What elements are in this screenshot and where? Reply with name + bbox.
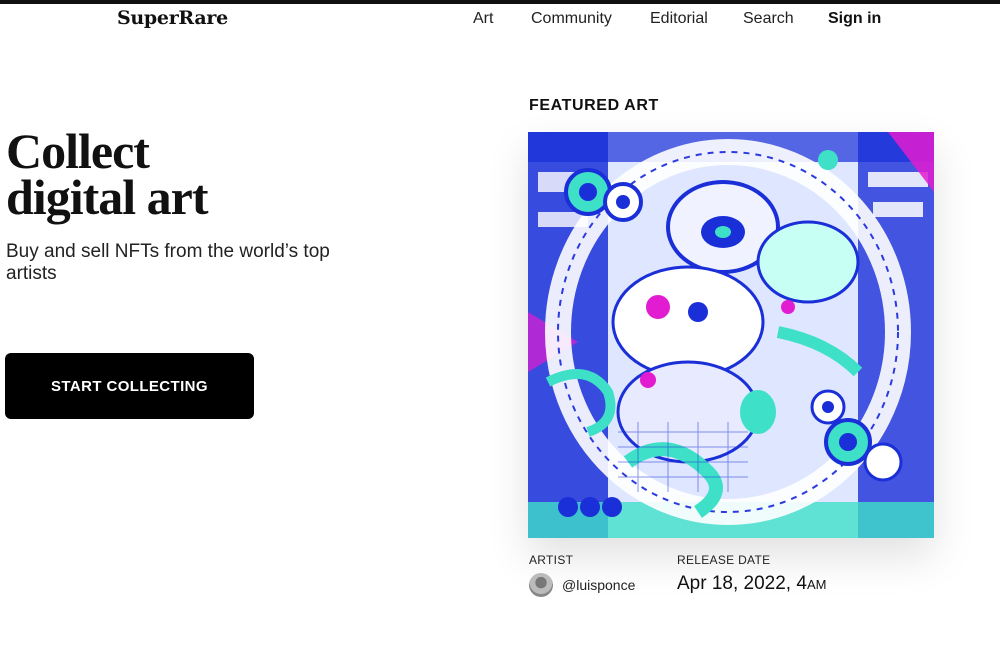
start-collecting-button[interactable]: START COLLECTING bbox=[5, 353, 254, 419]
featured-art-label: FEATURED ART bbox=[529, 97, 659, 114]
artist-label: ARTIST bbox=[529, 553, 574, 567]
superrare-logo[interactable]: SuperRare bbox=[117, 7, 228, 29]
hero-title-line1: Collect bbox=[6, 123, 150, 179]
nav-sign-in[interactable]: Sign in bbox=[828, 10, 881, 28]
release-date-text: Apr 18, 2022, 4 bbox=[677, 573, 807, 594]
nav-search[interactable]: Search bbox=[743, 10, 794, 28]
hero-subtitle: Buy and sell NFTs from the world’s top a… bbox=[6, 241, 330, 284]
featured-artwork[interactable] bbox=[528, 132, 934, 538]
featured-artwork-image bbox=[528, 132, 934, 538]
artist-avatar[interactable] bbox=[529, 573, 553, 597]
nav-editorial[interactable]: Editorial bbox=[650, 10, 708, 28]
top-border bbox=[0, 0, 1000, 4]
hero-title-line2: digital art bbox=[6, 169, 208, 225]
nav-community[interactable]: Community bbox=[531, 10, 612, 28]
nav-art[interactable]: Art bbox=[473, 10, 493, 28]
artist-handle-link[interactable]: @luisponce bbox=[562, 577, 635, 593]
release-date-ampm: AM bbox=[806, 577, 827, 592]
release-date-value: Apr 18, 2022, 4AM bbox=[677, 573, 826, 595]
release-date-label: RELEASE DATE bbox=[677, 553, 771, 567]
hero-title: Collect digital art bbox=[6, 123, 208, 225]
